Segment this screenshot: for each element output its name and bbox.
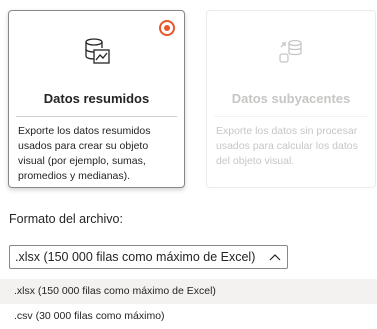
dropdown-option-xlsx[interactable]: .xlsx (150 000 filas como máximo de Exce… (0, 279, 377, 304)
summarized-data-icon (84, 38, 110, 64)
file-format-selected-value: .xlsx (150 000 filas como máximo de Exce… (15, 250, 256, 264)
card-description: Exporte los datos resumidos usados para … (18, 125, 151, 182)
dropdown-option-csv[interactable]: .csv (30 000 filas como máximo) (0, 304, 377, 329)
file-format-label: Formato del archivo: (9, 212, 123, 226)
radio-selected-icon[interactable] (159, 20, 175, 36)
card-description: Exporte los datos sin procesar usados pa… (216, 125, 358, 167)
file-format-dropdown[interactable]: .xlsx (150 000 filas como máximo de Exce… (9, 245, 288, 269)
underlying-data-card[interactable]: Datos subyacentes Exporte los datos sin … (206, 10, 376, 188)
card-title: Datos resumidos (43, 91, 150, 106)
underlying-data-icon (279, 39, 302, 63)
chevron-up-icon[interactable] (269, 252, 281, 262)
card-divider (214, 116, 368, 117)
summarized-data-card[interactable]: Datos resumidos Exporte los datos resumi… (8, 10, 185, 188)
card-title: Datos subyacentes (231, 91, 351, 106)
file-format-options-list: .xlsx (150 000 filas como máximo de Exce… (0, 279, 377, 329)
card-divider (16, 116, 177, 117)
